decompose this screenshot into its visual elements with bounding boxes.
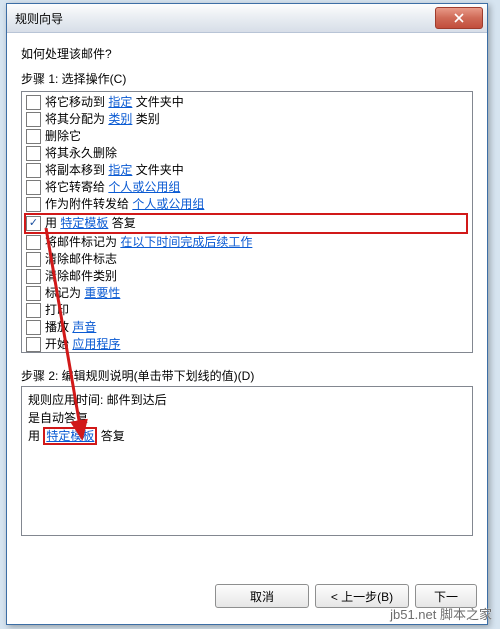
action-link[interactable]: 应用程序 [72, 337, 120, 351]
cancel-button[interactable]: 取消 [215, 584, 309, 608]
action-label: 播放 声音 [45, 319, 96, 336]
action-option[interactable]: 清除邮件标志 [26, 251, 468, 268]
action-option[interactable]: 将其永久删除 [26, 145, 468, 162]
action-checkbox[interactable] [26, 216, 41, 231]
desc-line3: 用 特定模板 答复 [28, 427, 466, 445]
action-option[interactable]: 删除它 [26, 128, 468, 145]
step1-label: 步骤 1: 选择操作(C) [21, 70, 473, 87]
action-option[interactable]: 将它转寄给 个人或公用组 [26, 179, 468, 196]
close-icon [454, 13, 464, 23]
action-link[interactable]: 特定模板 [60, 216, 108, 230]
action-option[interactable]: 将副本移到 指定 文件夹中 [26, 162, 468, 179]
action-option[interactable]: 标记为 重要性 [26, 285, 468, 302]
rule-description-box[interactable]: 规则应用时间: 邮件到达后 是自动答复 用 特定模板 答复 [21, 386, 473, 536]
action-link[interactable]: 指定 [108, 95, 132, 109]
close-button[interactable] [435, 7, 483, 29]
action-link[interactable]: 个人或公用组 [132, 197, 204, 211]
action-checkbox[interactable] [26, 235, 41, 250]
action-link[interactable]: 个人或公用组 [108, 180, 180, 194]
action-option[interactable]: 用 特定模板 答复 [24, 213, 468, 234]
template-link[interactable]: 特定模板 [43, 427, 97, 445]
action-link[interactable]: 类别 [108, 112, 132, 126]
action-label: 清除邮件标志 [45, 251, 117, 268]
action-checkbox[interactable] [26, 163, 41, 178]
titlebar[interactable]: 规则向导 [7, 4, 487, 33]
action-option[interactable]: 开始 应用程序 [26, 336, 468, 353]
action-checkbox[interactable] [26, 197, 41, 212]
action-label: 将邮件标记为 在以下时间完成后续工作 [45, 234, 252, 251]
action-option[interactable]: 清除邮件类别 [26, 268, 468, 285]
prompt-text: 如何处理该邮件? [21, 45, 473, 62]
action-checkbox[interactable] [26, 252, 41, 267]
actions-listbox[interactable]: 将它移动到 指定 文件夹中将其分配为 类别 类别删除它将其永久删除将副本移到 指… [21, 91, 473, 353]
action-option[interactable]: 将邮件标记为 在以下时间完成后续工作 [26, 234, 468, 251]
desc-line2: 是自动答复 [28, 409, 466, 427]
action-label: 标记为 重要性 [45, 285, 120, 302]
action-label: 打印 [45, 302, 69, 319]
step2-label: 步骤 2: 编辑规则说明(单击带下划线的值)(D) [21, 367, 473, 384]
window-title: 规则向导 [15, 10, 63, 27]
dialog-body: 如何处理该邮件? 步骤 1: 选择操作(C) 将它移动到 指定 文件夹中将其分配… [7, 33, 487, 574]
action-link[interactable]: 重要性 [84, 286, 120, 300]
action-label: 清除邮件类别 [45, 268, 117, 285]
action-label: 作为附件转发给 个人或公用组 [45, 196, 204, 213]
action-option[interactable]: 播放 声音 [26, 319, 468, 336]
action-label: 开始 应用程序 [45, 336, 120, 353]
action-checkbox[interactable] [26, 320, 41, 335]
action-checkbox[interactable] [26, 129, 41, 144]
action-checkbox[interactable] [26, 269, 41, 284]
action-label: 将它移动到 指定 文件夹中 [45, 94, 184, 111]
action-option[interactable]: 打印 [26, 302, 468, 319]
action-checkbox[interactable] [26, 303, 41, 318]
action-label: 将它转寄给 个人或公用组 [45, 179, 180, 196]
action-link[interactable]: 在以下时间完成后续工作 [120, 235, 252, 249]
action-option[interactable]: 将其分配为 类别 类别 [26, 111, 468, 128]
action-option[interactable]: 作为附件转发给 个人或公用组 [26, 196, 468, 213]
action-label: 将其分配为 类别 类别 [45, 111, 160, 128]
action-label: 将副本移到 指定 文件夹中 [45, 162, 184, 179]
action-label: 删除它 [45, 128, 81, 145]
action-checkbox[interactable] [26, 180, 41, 195]
action-checkbox[interactable] [26, 112, 41, 127]
watermark: jb51.net 脚本之家 [390, 604, 492, 623]
action-checkbox[interactable] [26, 286, 41, 301]
rules-wizard-dialog: 规则向导 如何处理该邮件? 步骤 1: 选择操作(C) 将它移动到 指定 文件夹… [6, 3, 488, 625]
action-label: 将其永久删除 [45, 145, 117, 162]
action-checkbox[interactable] [26, 95, 41, 110]
action-label: 用 特定模板 答复 [45, 215, 136, 232]
action-option[interactable]: 将它移动到 指定 文件夹中 [26, 94, 468, 111]
desc-line1: 规则应用时间: 邮件到达后 [28, 391, 466, 409]
action-checkbox[interactable] [26, 337, 41, 352]
action-checkbox[interactable] [26, 146, 41, 161]
action-link[interactable]: 指定 [108, 163, 132, 177]
action-link[interactable]: 声音 [72, 320, 96, 334]
